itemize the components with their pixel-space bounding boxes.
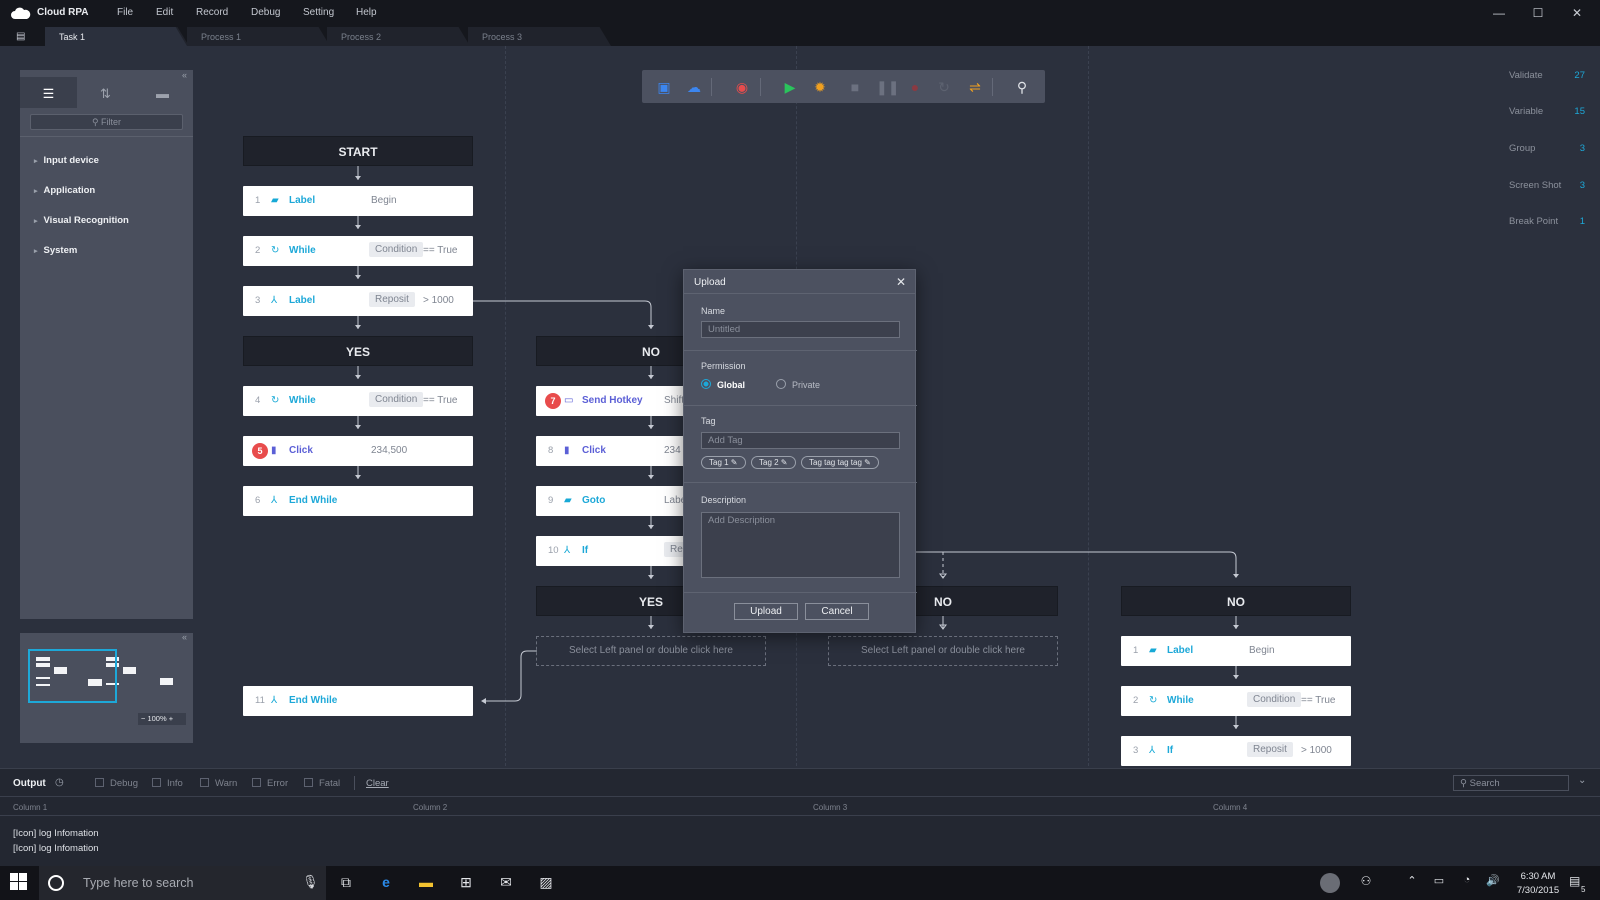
task-view-icon[interactable]: ⧉ (334, 874, 358, 891)
label-tag-icon: ▰ (271, 195, 279, 206)
radio-global[interactable] (701, 379, 711, 389)
divider (354, 776, 355, 790)
close-icon[interactable]: ✕ (896, 275, 906, 289)
avatar[interactable] (1320, 873, 1340, 893)
taskbar-date[interactable]: 7/30/2015 (1514, 885, 1562, 896)
branch-icon: ⅄ (271, 495, 278, 506)
chevron-up-icon[interactable]: ⌃ (1400, 874, 1424, 887)
log-line: [Icon] log Infomation (13, 828, 99, 839)
permission-label: Permission (701, 361, 746, 371)
tag-chip[interactable]: Tag tag tag tag ✎ (801, 456, 879, 469)
branch-icon: ⅄ (1149, 745, 1156, 756)
volume-icon[interactable]: 🔊 (1481, 874, 1505, 887)
upload-dialog: Upload ✕ Name Untitled Permission Global… (683, 269, 917, 633)
column-header[interactable]: Column 3 (813, 803, 847, 812)
flow-node[interactable]: 1 ▰ Label Begin (1121, 636, 1351, 666)
taskbar-search-placeholder[interactable]: Type here to search (83, 876, 193, 890)
flow-node[interactable]: 2 ↻ While Condition == True (1121, 686, 1351, 716)
breakpoint-badge[interactable]: 7 (545, 393, 561, 409)
battery-icon[interactable]: ▭ (1427, 874, 1451, 887)
divider (684, 482, 917, 483)
divider (684, 592, 917, 593)
microphone-icon[interactable]: 🎙 (302, 874, 319, 890)
filter-fatal[interactable]: Fatal (304, 778, 340, 789)
radio-global-label: Global (717, 380, 746, 390)
upload-button[interactable]: Upload (734, 603, 798, 620)
flow-yes-header[interactable]: YES (243, 336, 473, 366)
notification-count: 5 (1581, 885, 1586, 894)
keyboard-icon: ▭ (564, 395, 574, 406)
divider (684, 405, 917, 406)
flow-node[interactable]: 1 ▰ Label Begin (243, 186, 473, 216)
loop-icon: ↻ (271, 395, 280, 406)
branch-icon: ⅄ (271, 295, 278, 306)
cancel-button[interactable]: Cancel (805, 603, 869, 620)
tag-chip[interactable]: Tag 2 ✎ (751, 456, 796, 469)
output-title: Output (13, 778, 46, 789)
column-header[interactable]: Column 1 (13, 803, 47, 812)
tag-input[interactable]: Add Tag (701, 432, 900, 449)
flow-node[interactable]: 4 ↻ While Condition == True (243, 386, 473, 416)
name-field[interactable]: Untitled (701, 321, 900, 338)
clear-link[interactable]: Clear (366, 778, 389, 789)
column-header[interactable]: Column 4 (1213, 803, 1247, 812)
column-header[interactable]: Column 2 (413, 803, 447, 812)
filter-debug[interactable]: Debug (95, 778, 138, 789)
search-icon: ⚲ (1460, 778, 1470, 789)
edge-browser-icon[interactable]: e (374, 874, 398, 890)
flow-node[interactable]: 2 ↻ While Condition == True (243, 236, 473, 266)
radio-private-label: Private (792, 380, 821, 390)
description-label: Description (701, 495, 747, 505)
windows-start-icon[interactable] (10, 873, 28, 891)
flow-node[interactable]: 11 ⅄ End While (243, 686, 473, 716)
branch-icon: ⅄ (271, 695, 278, 706)
edit-icon[interactable]: ✎ (729, 458, 738, 467)
loop-icon: ↻ (271, 245, 280, 256)
edit-icon[interactable]: ✎ (779, 458, 788, 467)
cortana-icon[interactable] (48, 875, 64, 891)
mouse-icon: ▮ (271, 445, 277, 456)
log-line: [Icon] log Infomation (13, 843, 99, 854)
divider (0, 815, 1600, 816)
people-icon[interactable]: ⚇ (1354, 874, 1378, 888)
loop-icon: ↻ (1149, 695, 1158, 706)
flow-node[interactable]: 3 ⅄ Label Reposit > 1000 (243, 286, 473, 316)
dialog-title: Upload (694, 277, 726, 288)
radio-private[interactable] (776, 379, 786, 389)
mail-icon[interactable]: ✉ (494, 874, 518, 891)
divider (0, 796, 1600, 797)
photos-icon[interactable]: ▨ (534, 874, 558, 891)
edit-icon[interactable]: ✎ (862, 458, 871, 467)
breakpoint-badge[interactable]: 5 (252, 443, 268, 459)
wifi-icon[interactable]: ◔ (1455, 874, 1479, 886)
label-tag-icon: ▰ (1149, 645, 1157, 656)
mouse-icon: ▮ (564, 445, 570, 456)
notification-center-icon[interactable]: ▤ (1569, 874, 1580, 888)
output-panel (0, 768, 1600, 866)
tag-label: Tag (701, 416, 716, 426)
clock-icon[interactable]: ◷ (55, 777, 64, 788)
taskbar-time[interactable]: 6:30 AM (1514, 871, 1562, 882)
flow-start-header[interactable]: START (243, 136, 473, 166)
drop-placeholder[interactable]: Select Left panel or double click here (828, 636, 1058, 666)
flow-node[interactable]: 6 ⅄ End While (243, 486, 473, 516)
filter-warn[interactable]: Warn (200, 778, 237, 789)
filter-error[interactable]: Error (252, 778, 288, 789)
goto-icon: ▰ (564, 495, 572, 506)
drop-placeholder[interactable]: Select Left panel or double click here (536, 636, 766, 666)
flow-node[interactable]: 5 ▮ Click 234,500 (243, 436, 473, 466)
branch-icon: ⅄ (564, 545, 571, 556)
divider (684, 350, 917, 351)
flow-node[interactable]: 3 ⅄ If Reposit > 1000 (1121, 736, 1351, 766)
store-icon[interactable]: ⊞ (454, 874, 478, 891)
file-explorer-icon[interactable]: ▬ (414, 874, 438, 890)
name-label: Name (701, 306, 726, 316)
flow-no-header[interactable]: NO (1121, 586, 1351, 616)
chevron-down-icon[interactable]: ⌄ (1578, 775, 1586, 786)
filter-info[interactable]: Info (152, 778, 183, 789)
tag-chip[interactable]: Tag 1 ✎ (701, 456, 746, 469)
output-search-input[interactable]: ⚲ Search (1453, 775, 1569, 791)
description-textarea[interactable]: Add Description (701, 512, 900, 578)
